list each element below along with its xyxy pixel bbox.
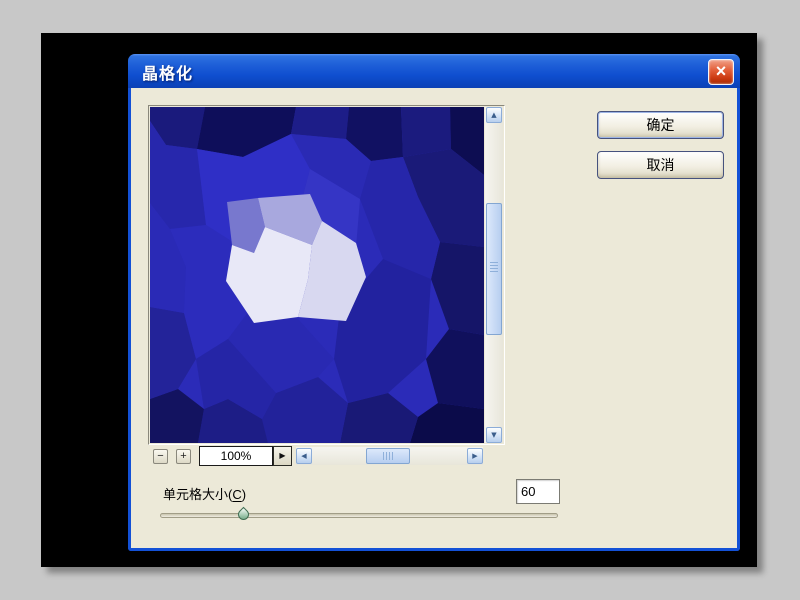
scroll-down-icon: ▼ xyxy=(491,431,496,439)
scrollbar-grip xyxy=(490,262,498,273)
scrollbar-grip xyxy=(383,452,394,460)
ok-button[interactable]: 确定 xyxy=(597,111,724,139)
zoom-menu-button[interactable]: ▶ xyxy=(273,446,292,466)
document-canvas: 晶格化 × ▲ ▼ − xyxy=(41,33,757,567)
cell-size-label-close: ) xyxy=(242,487,246,502)
cell-size-input[interactable] xyxy=(516,479,560,504)
scroll-down-button[interactable]: ▼ xyxy=(486,427,502,443)
vertical-scrollbar-thumb[interactable] xyxy=(486,203,502,335)
dialog-titlebar[interactable]: 晶格化 × xyxy=(128,54,740,90)
cell-size-slider-track[interactable] xyxy=(160,513,558,518)
cell-size-access-key: C xyxy=(232,487,241,502)
cell-size-label-text: 单元格大小( xyxy=(163,487,232,502)
zoom-level-display: 100% xyxy=(199,446,273,466)
preview-image[interactable] xyxy=(150,107,484,443)
horizontal-scrollbar-thumb[interactable] xyxy=(366,448,410,464)
scroll-right-icon: ▶ xyxy=(472,452,477,460)
scroll-up-button[interactable]: ▲ xyxy=(486,107,502,123)
scroll-right-button[interactable]: ▶ xyxy=(467,448,483,464)
horizontal-scrollbar[interactable]: ◀ ▶ xyxy=(296,447,483,465)
close-button[interactable]: × xyxy=(708,59,734,85)
dialog-title: 晶格化 xyxy=(128,60,193,84)
zoom-out-icon: − xyxy=(157,450,163,462)
zoom-in-button[interactable]: + xyxy=(176,449,191,464)
vertical-scrollbar[interactable]: ▲ ▼ xyxy=(485,107,503,443)
scroll-up-icon: ▲ xyxy=(491,111,496,119)
cancel-button[interactable]: 取消 xyxy=(597,151,724,179)
scroll-left-button[interactable]: ◀ xyxy=(296,448,312,464)
crystallize-dialog: 晶格化 × ▲ ▼ − xyxy=(128,54,740,551)
zoom-menu-icon: ▶ xyxy=(279,451,285,460)
zoom-in-icon: + xyxy=(180,450,186,462)
close-icon: × xyxy=(716,61,727,81)
cell-size-label: 单元格大小(C) xyxy=(163,484,246,503)
preview-frame: ▲ ▼ xyxy=(148,105,505,445)
scroll-left-icon: ◀ xyxy=(301,452,306,460)
zoom-out-button[interactable]: − xyxy=(153,449,168,464)
